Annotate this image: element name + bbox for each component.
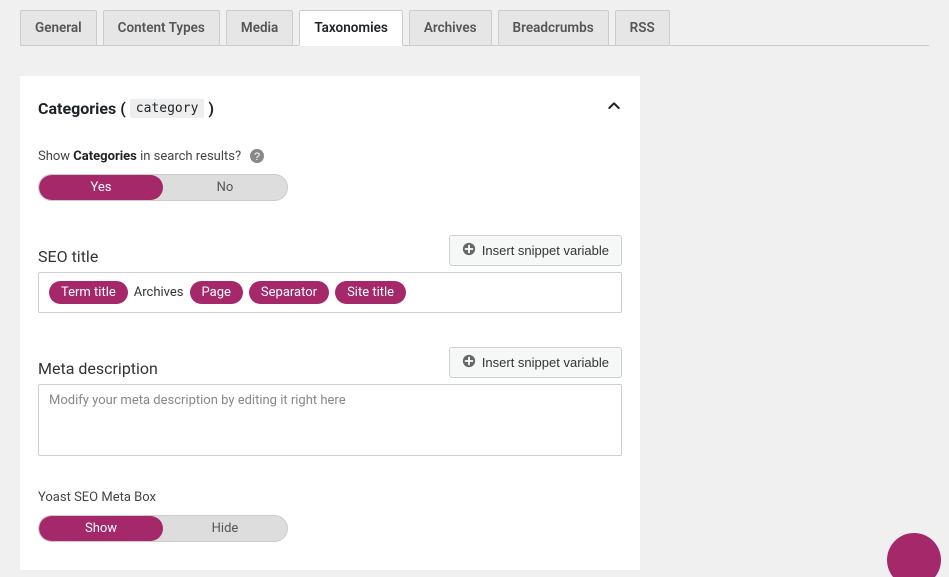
tab-content-types[interactable]: Content Types (103, 10, 220, 45)
tab-general[interactable]: General (20, 10, 97, 45)
categories-panel: Categories ( category ) Show Categories … (20, 76, 640, 570)
label-pre: Show (38, 149, 70, 164)
seo-title-text: Archives (134, 285, 184, 300)
panel-header[interactable]: Categories ( category ) (20, 98, 640, 128)
seo-title-label: SEO title (38, 247, 98, 266)
insert-snippet-label: Insert snippet variable (482, 355, 609, 370)
tab-media[interactable]: Media (226, 10, 293, 45)
toggle-show[interactable]: Show (39, 516, 163, 541)
insert-snippet-label: Insert snippet variable (482, 243, 609, 258)
tab-rss[interactable]: RSS (615, 10, 670, 45)
help-icon[interactable]: ? (249, 148, 265, 164)
chevron-up-icon[interactable] (606, 98, 622, 118)
snippet-pill[interactable]: Site title (335, 281, 406, 304)
seo-title-row: SEO title Insert snippet variable Term t… (38, 235, 622, 313)
snippet-pill[interactable]: Separator (249, 281, 329, 304)
insert-snippet-button[interactable]: Insert snippet variable (449, 347, 622, 378)
snippet-pill[interactable]: Term title (49, 281, 128, 304)
meta-box-label: Yoast SEO Meta Box (38, 490, 622, 505)
panel-title: Categories ( category ) (38, 99, 214, 118)
panel-title-prefix: Categories ( (38, 99, 126, 118)
tab-archives[interactable]: Archives (409, 10, 492, 45)
seo-title-input[interactable]: Term title Archives Page Separator Site … (38, 272, 622, 313)
tabs-bar: General Content Types Media Taxonomies A… (20, 10, 929, 46)
insert-snippet-button[interactable]: Insert snippet variable (449, 235, 622, 266)
plus-circle-icon (462, 354, 476, 371)
show-in-results-toggle[interactable]: Yes No (38, 174, 288, 201)
meta-description-label: Meta description (38, 359, 158, 378)
show-in-results-label: Show Categories in search results? ? (38, 148, 622, 164)
toggle-yes[interactable]: Yes (39, 175, 163, 200)
toggle-no[interactable]: No (163, 175, 287, 200)
meta-description-row: Meta description Insert snippet variable… (38, 347, 622, 456)
plus-circle-icon (462, 242, 476, 259)
svg-text:?: ? (254, 151, 260, 163)
meta-box-toggle[interactable]: Show Hide (38, 515, 288, 542)
panel-title-slug: category (130, 99, 205, 118)
meta-description-input[interactable]: Modify your meta description by editing … (38, 384, 622, 456)
snippet-pill[interactable]: Page (190, 281, 243, 304)
label-bold: Categories (73, 149, 137, 164)
tab-breadcrumbs[interactable]: Breadcrumbs (498, 10, 609, 45)
toggle-hide[interactable]: Hide (163, 516, 287, 541)
show-in-results-row: Show Categories in search results? ? Yes… (38, 148, 622, 201)
meta-box-row: Yoast SEO Meta Box Show Hide (38, 490, 622, 542)
tab-taxonomies[interactable]: Taxonomies (299, 10, 403, 46)
label-post: in search results? (140, 149, 241, 164)
panel-title-suffix: ) (208, 99, 214, 118)
